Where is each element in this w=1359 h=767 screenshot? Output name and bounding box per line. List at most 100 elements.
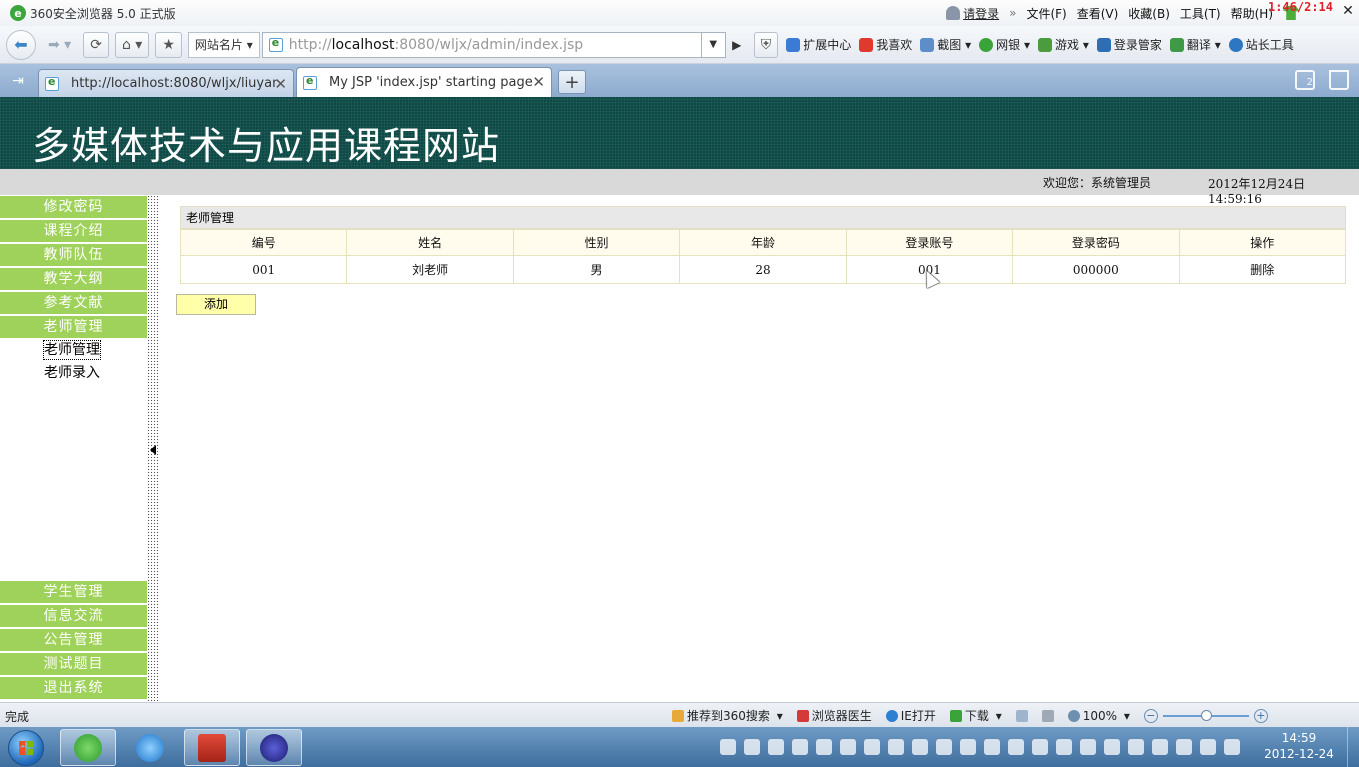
taskbar-360-browser[interactable] xyxy=(60,729,116,766)
menu-view[interactable]: 查看(V) xyxy=(1077,5,1119,22)
favorite-star-button[interactable]: ★ xyxy=(155,31,182,58)
tray-qq-icon[interactable] xyxy=(1056,739,1072,755)
nav-student-management[interactable]: 学生管理 xyxy=(0,581,147,603)
tab-label: My JSP 'index.jsp' starting page xyxy=(329,75,533,90)
tray-flag-icon[interactable] xyxy=(1152,739,1168,755)
tray-qq-icon[interactable] xyxy=(936,739,952,755)
ext-screenshot[interactable]: 截图 ▾ xyxy=(920,36,971,53)
close-window-icon[interactable]: ✕ xyxy=(1337,0,1359,22)
ext-games[interactable]: 游戏 ▾ xyxy=(1038,36,1089,53)
tray-device-icon[interactable] xyxy=(1176,739,1192,755)
nav-message-exchange[interactable]: 信息交流 xyxy=(0,605,147,627)
site-namecard-button[interactable]: 网站名片 ▾ xyxy=(187,31,260,58)
tray-app-icon[interactable] xyxy=(792,739,808,755)
ext-label: 截图 xyxy=(937,38,962,52)
zoom-slider-knob[interactable] xyxy=(1200,709,1212,721)
refresh-button[interactable]: ⟳ xyxy=(83,31,109,58)
start-button[interactable] xyxy=(8,730,44,766)
nav-teachers[interactable]: 教师队伍 xyxy=(0,244,147,266)
tray-keyboard-icon[interactable] xyxy=(720,739,736,755)
new-tab-button[interactable]: + xyxy=(558,70,586,94)
show-desktop-button[interactable] xyxy=(1347,727,1359,767)
taskbar-toolbox[interactable] xyxy=(184,729,240,766)
recommend-360-button[interactable]: 推荐到360搜索 ▾ xyxy=(672,707,783,724)
add-teacher-button[interactable]: 添加 xyxy=(176,294,256,315)
login-link[interactable]: 请登录 xyxy=(963,5,999,22)
tray-sync-icon[interactable] xyxy=(1128,739,1144,755)
taskbar-eclipse[interactable] xyxy=(246,729,302,766)
nav-announcements[interactable]: 公告管理 xyxy=(0,629,147,651)
tray-qq-icon[interactable] xyxy=(1032,739,1048,755)
tray-qq-icon[interactable] xyxy=(1008,739,1024,755)
taskbar-clock[interactable]: 14:59 2012-12-24 xyxy=(1262,730,1336,762)
tray-app-icon[interactable] xyxy=(816,739,832,755)
tray-app-icon[interactable] xyxy=(744,739,760,755)
address-dropdown-icon[interactable]: ▼ xyxy=(701,31,726,58)
tray-app-icon[interactable] xyxy=(888,739,904,755)
menu-favorites[interactable]: 收藏(B) xyxy=(1128,5,1170,22)
close-tab-icon[interactable]: ✕ xyxy=(274,75,287,93)
delete-link[interactable]: 删除 xyxy=(1250,263,1274,277)
url-rest: :8080/wljx/admin/index.jsp xyxy=(394,36,584,53)
window-controls: ✕ xyxy=(1337,0,1359,22)
nav-syllabus[interactable]: 教学大纲 xyxy=(0,268,147,290)
tray-app-icon[interactable] xyxy=(840,739,856,755)
ext-translate[interactable]: 翻译 ▾ xyxy=(1169,36,1221,53)
subnav-teacher-entry[interactable]: 老师录入 xyxy=(44,364,100,382)
collapse-arrow-icon[interactable] xyxy=(150,445,156,455)
url-prefix: http:// xyxy=(288,36,332,53)
tray-qq-icon[interactable] xyxy=(912,739,928,755)
ext-login-manager[interactable]: 登录管家 xyxy=(1096,36,1162,53)
zoom-slider[interactable] xyxy=(1162,709,1249,721)
ext-webmaster-tools[interactable]: 站长工具 xyxy=(1228,36,1294,53)
column-header: 登录账号 xyxy=(845,229,1014,256)
zoom-in-icon[interactable]: + xyxy=(1253,708,1268,723)
browser-360-icon xyxy=(74,733,102,762)
status-tools: 推荐到360搜索 ▾ 浏览器医生 IE打开 下载 ▾ 100% ▾ − + xyxy=(672,707,1268,724)
address-bar[interactable]: http://localhost:8080/wljx/admin/index.j… xyxy=(261,31,702,58)
tray-app-icon[interactable] xyxy=(984,739,1000,755)
browser-doctor-button[interactable]: 浏览器医生 xyxy=(796,707,872,724)
zoom-out-icon[interactable]: − xyxy=(1143,708,1158,723)
tray-app-icon[interactable] xyxy=(768,739,784,755)
menu-tools[interactable]: 工具(T) xyxy=(1180,5,1221,22)
tray-volume-icon[interactable] xyxy=(1200,739,1216,755)
tray-qq-icon[interactable] xyxy=(960,739,976,755)
tray-shield-icon[interactable] xyxy=(1104,739,1120,755)
sound-icon[interactable] xyxy=(1041,709,1054,722)
ext-like[interactable]: 我喜欢 xyxy=(859,36,912,53)
ext-extension-center[interactable]: 扩展中心 xyxy=(786,36,851,53)
nav-logout[interactable]: 退出系统 xyxy=(0,677,147,699)
ext-bank[interactable]: 网银 ▾ xyxy=(979,36,1030,53)
download-button[interactable]: 下载 ▾ xyxy=(949,707,1002,724)
subnav-teacher-management[interactable]: 老师管理 xyxy=(43,340,101,360)
nav-references[interactable]: 参考文献 xyxy=(0,292,147,314)
tray-network-icon[interactable] xyxy=(1224,739,1240,755)
tab-list-icon[interactable]: 2 xyxy=(1295,70,1315,90)
column-header: 编号 xyxy=(179,229,348,256)
close-tab-icon[interactable]: ✕ xyxy=(532,73,545,91)
home-button[interactable]: ⌂ ▾ xyxy=(114,31,150,58)
nav-teacher-management[interactable]: 老师管理 xyxy=(0,316,147,338)
go-icon[interactable]: ▶ xyxy=(726,32,748,58)
sidebar-toggle-icon[interactable]: ⇥ xyxy=(0,64,36,97)
nav-change-password[interactable]: 修改密码 xyxy=(0,196,147,218)
trash-icon[interactable] xyxy=(1329,70,1349,90)
tray-shield-icon[interactable] xyxy=(1080,739,1096,755)
zoom-control[interactable]: 100% ▾ xyxy=(1067,709,1130,723)
menu-file[interactable]: 文件(F) xyxy=(1026,5,1066,22)
tab-liuyan[interactable]: http://localhost:8080/wljx/liuyanAll... … xyxy=(38,69,294,97)
menu-help[interactable]: 帮助(H) xyxy=(1231,5,1273,22)
nav-course-intro[interactable]: 课程介绍 xyxy=(0,220,147,242)
frame-splitter[interactable] xyxy=(147,195,160,702)
tray-app-icon[interactable] xyxy=(864,739,880,755)
forward-button[interactable]: ➡ ▾ xyxy=(42,32,77,58)
window-mode-icon[interactable] xyxy=(1015,709,1028,722)
taskbar-ie[interactable] xyxy=(122,729,178,766)
ie-open-button[interactable]: IE打开 xyxy=(885,707,936,724)
toolbox-icon xyxy=(198,733,226,762)
nav-test-questions[interactable]: 测试题目 xyxy=(0,653,147,675)
back-button[interactable]: ⬅ xyxy=(6,29,36,60)
tab-index-jsp[interactable]: My JSP 'index.jsp' starting page ✕ xyxy=(296,67,552,97)
security-shield-icon[interactable]: ⛨ xyxy=(753,31,779,58)
